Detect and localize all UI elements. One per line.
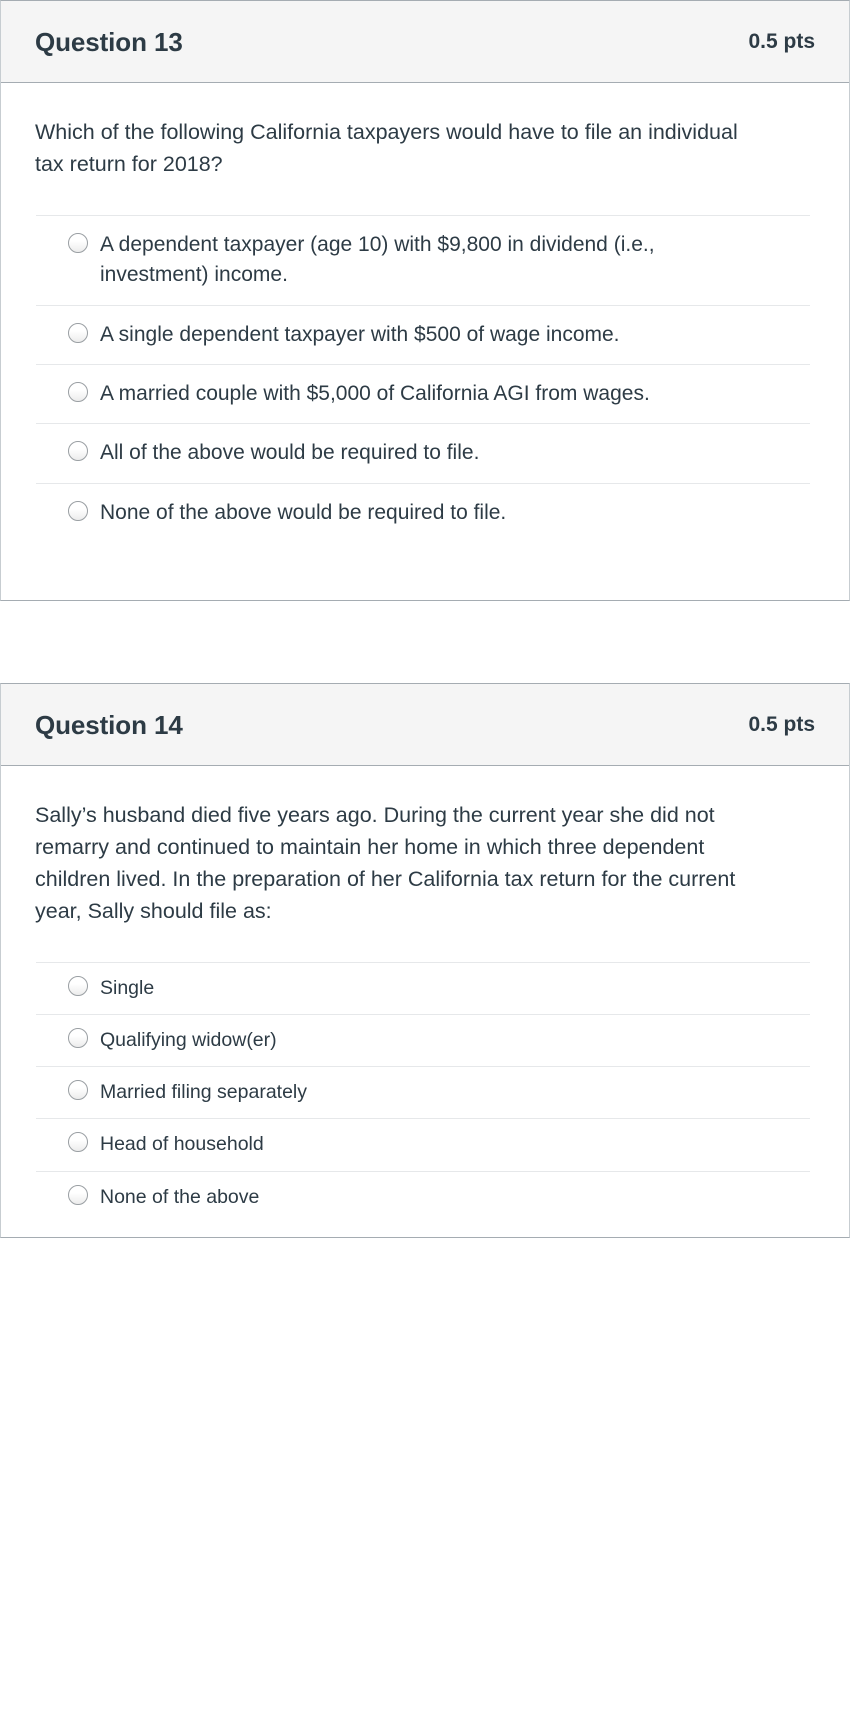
question-header-13: Question 13 0.5 pts xyxy=(1,1,849,83)
answer-list-14: Single Qualifying widow(er) Married fili… xyxy=(35,961,815,1237)
quiz-page: Question 13 0.5 pts Which of the followi… xyxy=(0,0,850,1238)
answer-option[interactable]: A dependent taxpayer (age 10) with $9,80… xyxy=(36,214,810,305)
question-card-14: Question 14 0.5 pts Sally’s husband died… xyxy=(0,683,850,1238)
answer-option[interactable]: A single dependent taxpayer with $500 of… xyxy=(36,304,810,364)
answer-option[interactable]: Qualifying widow(er) xyxy=(36,1013,810,1066)
question-body-14: Sally’s husband died five years ago. Dur… xyxy=(1,766,849,1237)
question-points-14: 0.5 pts xyxy=(748,713,815,737)
answer-option-label: Single xyxy=(100,976,155,999)
radio-button-icon[interactable] xyxy=(68,232,88,253)
answer-option[interactable]: Single xyxy=(36,961,810,1014)
answer-list-13: A dependent taxpayer (age 10) with $9,80… xyxy=(35,214,815,557)
answer-option-label: A married couple with $5,000 of Californ… xyxy=(100,381,650,405)
answer-option-label: None of the above would be required to f… xyxy=(100,500,507,524)
question-card-spacer xyxy=(35,556,815,600)
question-card-13: Question 13 0.5 pts Which of the followi… xyxy=(0,0,850,602)
between-questions-gap xyxy=(0,601,850,684)
question-text-13: Which of the following California taxpay… xyxy=(35,120,738,176)
answer-option-label: Head of household xyxy=(100,1133,264,1156)
radio-button-icon[interactable] xyxy=(68,500,88,521)
answer-option-label: All of the above would be required to fi… xyxy=(100,441,480,465)
radio-button-icon[interactable] xyxy=(68,1080,88,1101)
radio-button-icon[interactable] xyxy=(68,1184,88,1205)
question-title-13: Question 13 xyxy=(35,26,183,57)
question-text-14: Sally’s husband died five years ago. Dur… xyxy=(35,803,736,923)
question-header-14: Question 14 0.5 pts xyxy=(1,684,849,767)
question-title-14: Question 14 xyxy=(35,709,183,740)
answer-option-label: Married filing separately xyxy=(100,1081,308,1104)
answer-option-label: Qualifying widow(er) xyxy=(100,1028,277,1051)
radio-button-icon[interactable] xyxy=(68,1132,88,1153)
answer-option[interactable]: Head of household xyxy=(36,1118,810,1170)
radio-button-icon[interactable] xyxy=(68,381,88,402)
radio-button-icon[interactable] xyxy=(68,322,88,343)
radio-button-icon[interactable] xyxy=(68,1027,88,1048)
radio-button-icon[interactable] xyxy=(68,975,88,996)
answer-option-label: None of the above xyxy=(100,1185,260,1208)
answer-option[interactable]: A married couple with $5,000 of Californ… xyxy=(36,363,810,423)
question-body-13: Which of the following California taxpay… xyxy=(1,83,849,600)
answer-option[interactable]: None of the above xyxy=(36,1170,810,1223)
radio-button-icon[interactable] xyxy=(68,441,88,462)
answer-option-label: A dependent taxpayer (age 10) with $9,80… xyxy=(100,232,655,287)
answer-option[interactable]: Married filing separately xyxy=(36,1066,810,1118)
question-points-13: 0.5 pts xyxy=(748,30,815,53)
answer-option[interactable]: None of the above would be required to f… xyxy=(36,482,810,542)
answer-option[interactable]: All of the above would be required to fi… xyxy=(36,423,810,482)
answer-option-label: A single dependent taxpayer with $500 of… xyxy=(100,322,620,346)
